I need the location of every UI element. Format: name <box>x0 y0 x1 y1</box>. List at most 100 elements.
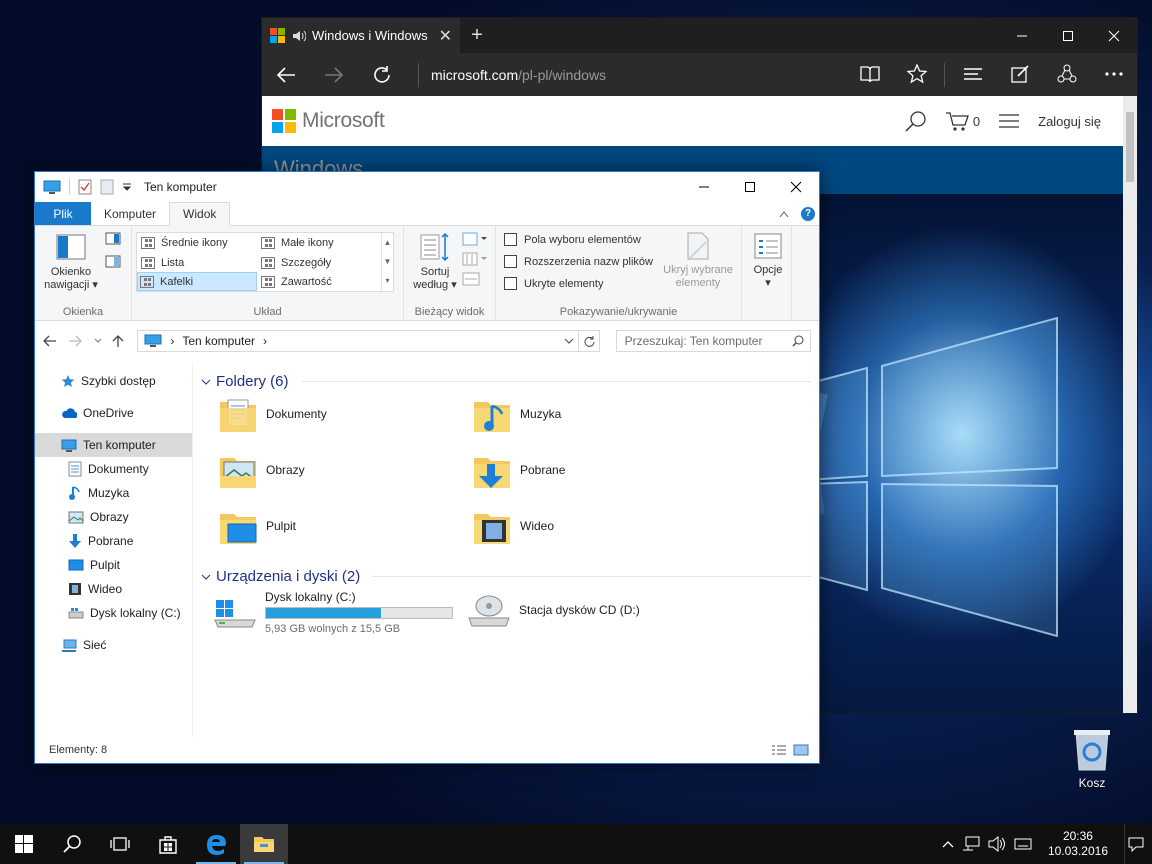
nav-documents[interactable]: Dokumenty <box>35 457 192 481</box>
network-icon[interactable] <box>962 836 980 852</box>
chevron-down-icon[interactable] <box>560 331 578 351</box>
folder-tile-videos[interactable]: Wideo <box>472 506 554 546</box>
action-center-icon[interactable] <box>1124 824 1146 864</box>
refresh-icon[interactable] <box>358 53 406 96</box>
layout-medium-icons[interactable]: Średnie ikony <box>139 233 257 252</box>
browser-tab[interactable]: Windows i Windows ✕ <box>262 18 460 53</box>
folder-tile-documents[interactable]: Dokumenty <box>218 394 327 434</box>
checkbox[interactable] <box>504 277 517 290</box>
search-input[interactable]: Przeszukaj: Ten komputer <box>615 330 812 352</box>
nav-pictures[interactable]: Obrazy <box>35 505 192 529</box>
refresh-icon[interactable] <box>578 330 600 352</box>
details-view-icon[interactable] <box>771 744 787 756</box>
back-arrow-icon[interactable] <box>262 53 310 96</box>
site-brand[interactable]: Microsoft <box>302 109 385 133</box>
page-scrollbar[interactable] <box>1123 96 1137 713</box>
nav-this-pc[interactable]: Ten komputer <box>35 433 192 457</box>
size-columns-icon[interactable] <box>462 272 488 286</box>
search-icon[interactable] <box>792 335 804 347</box>
store-button[interactable] <box>144 824 192 864</box>
collapse-ribbon-icon[interactable] <box>779 210 789 218</box>
nav-network[interactable]: Sieć <box>35 633 192 657</box>
add-columns-icon[interactable] <box>462 252 488 266</box>
layout-content[interactable]: Zawartość <box>259 272 379 291</box>
speaker-icon[interactable] <box>292 29 306 43</box>
breadcrumb-separator-icon[interactable]: › <box>170 334 174 348</box>
group-by-icon[interactable] <box>462 232 488 246</box>
close-tab-icon[interactable]: ✕ <box>439 26 452 46</box>
microsoft-logo-icon[interactable] <box>272 109 296 133</box>
folder-tile-desktop[interactable]: Pulpit <box>218 506 296 546</box>
address-bar[interactable]: microsoft.com/pl-pl/windows <box>431 67 606 83</box>
search-icon[interactable] <box>905 110 927 132</box>
maximize-icon[interactable] <box>1045 18 1091 53</box>
start-button[interactable] <box>0 824 48 864</box>
share-icon[interactable] <box>1043 53 1090 96</box>
nav-onedrive[interactable]: OneDrive <box>35 401 192 425</box>
scrollbar-thumb[interactable] <box>1126 112 1134 182</box>
computer-icon[interactable] <box>43 180 61 195</box>
layout-tiles[interactable]: Kafelki <box>137 272 257 291</box>
chevron-up-icon[interactable] <box>942 840 954 848</box>
item-checkboxes-toggle[interactable]: Pola wyboru elementów <box>504 233 641 246</box>
breadcrumb-separator-icon[interactable]: › <box>263 334 267 348</box>
new-tab-button[interactable]: + <box>460 18 494 53</box>
layout-details[interactable]: Szczegóły <box>259 253 379 272</box>
nav-videos[interactable]: Wideo <box>35 577 192 601</box>
menu-icon[interactable] <box>998 113 1020 129</box>
hidden-items-toggle[interactable]: Ukryte elementy <box>504 277 603 290</box>
volume-icon[interactable] <box>988 836 1006 852</box>
nav-downloads[interactable]: Pobrane <box>35 529 192 553</box>
reading-view-icon[interactable] <box>846 53 893 96</box>
customize-toolbar-dropdown-icon[interactable] <box>122 182 132 192</box>
task-view-button[interactable] <box>96 824 144 864</box>
large-icons-view-icon[interactable] <box>793 744 809 756</box>
search-button[interactable] <box>48 824 96 864</box>
back-arrow-icon[interactable] <box>43 335 58 347</box>
edge-taskbar-button[interactable] <box>192 824 240 864</box>
sign-in-link[interactable]: Zaloguj się <box>1038 114 1101 129</box>
hide-selected-items-button[interactable]: Ukryj wybrane elementy <box>656 232 740 290</box>
breadcrumb[interactable]: Ten komputer <box>182 334 255 348</box>
forward-arrow-icon[interactable] <box>68 335 83 347</box>
web-note-icon[interactable] <box>996 53 1043 96</box>
tab-view[interactable]: Widok <box>169 202 231 226</box>
drive-tile-cd[interactable]: Stacja dysków CD (D:) <box>467 590 640 630</box>
details-pane-icon[interactable] <box>105 255 121 268</box>
favorite-star-icon[interactable] <box>893 53 940 96</box>
tab-file[interactable]: Plik <box>35 202 91 225</box>
preview-pane-icon[interactable] <box>105 232 121 245</box>
sort-by-button[interactable]: Sortuj według ▾ <box>412 232 458 292</box>
chevron-down-icon[interactable] <box>201 574 211 580</box>
close-icon[interactable] <box>773 172 819 202</box>
drive-tile-local[interactable]: Dysk lokalny (C:) 5,93 GB wolnych z 15,5… <box>213 590 453 635</box>
nav-quick-access[interactable]: Szybki dostęp <box>35 369 192 393</box>
maximize-icon[interactable] <box>727 172 773 202</box>
minimize-icon[interactable] <box>681 172 727 202</box>
more-options-icon[interactable] <box>1090 53 1137 96</box>
clock[interactable]: 20:36 10.03.2016 <box>1040 829 1116 859</box>
group-header-folders[interactable]: Foldery (6) <box>201 373 811 390</box>
hub-icon[interactable] <box>949 53 996 96</box>
help-icon[interactable]: ? <box>801 206 815 221</box>
navigation-pane-button[interactable]: Okienko nawigacji ▾ <box>41 234 101 292</box>
close-icon[interactable] <box>1091 18 1137 53</box>
checkbox[interactable] <box>504 255 517 268</box>
options-button[interactable]: Opcje ▾ <box>748 232 788 290</box>
layout-gallery-scroll[interactable]: ▲ ▼ ▾ <box>381 233 393 291</box>
tab-computer[interactable]: Komputer <box>91 202 169 225</box>
properties-icon[interactable] <box>78 179 92 195</box>
chevron-down-icon[interactable] <box>201 379 211 385</box>
checkbox[interactable] <box>504 233 517 246</box>
nav-local-disk[interactable]: Dysk lokalny (C:) <box>35 601 192 625</box>
new-folder-icon[interactable] <box>100 179 114 195</box>
keyboard-icon[interactable] <box>1014 837 1032 851</box>
nav-music[interactable]: Muzyka <box>35 481 192 505</box>
nav-desktop[interactable]: Pulpit <box>35 553 192 577</box>
layout-list[interactable]: Lista <box>139 253 257 272</box>
cart-button[interactable]: 0 <box>945 110 980 132</box>
recent-locations-icon[interactable] <box>94 338 102 344</box>
group-header-devices[interactable]: Urządzenia i dyski (2) <box>201 568 811 585</box>
explorer-taskbar-button[interactable] <box>240 824 288 864</box>
file-explorer-window[interactable]: Ten komputer Plik Komputer Widok ? Okien… <box>34 171 820 764</box>
